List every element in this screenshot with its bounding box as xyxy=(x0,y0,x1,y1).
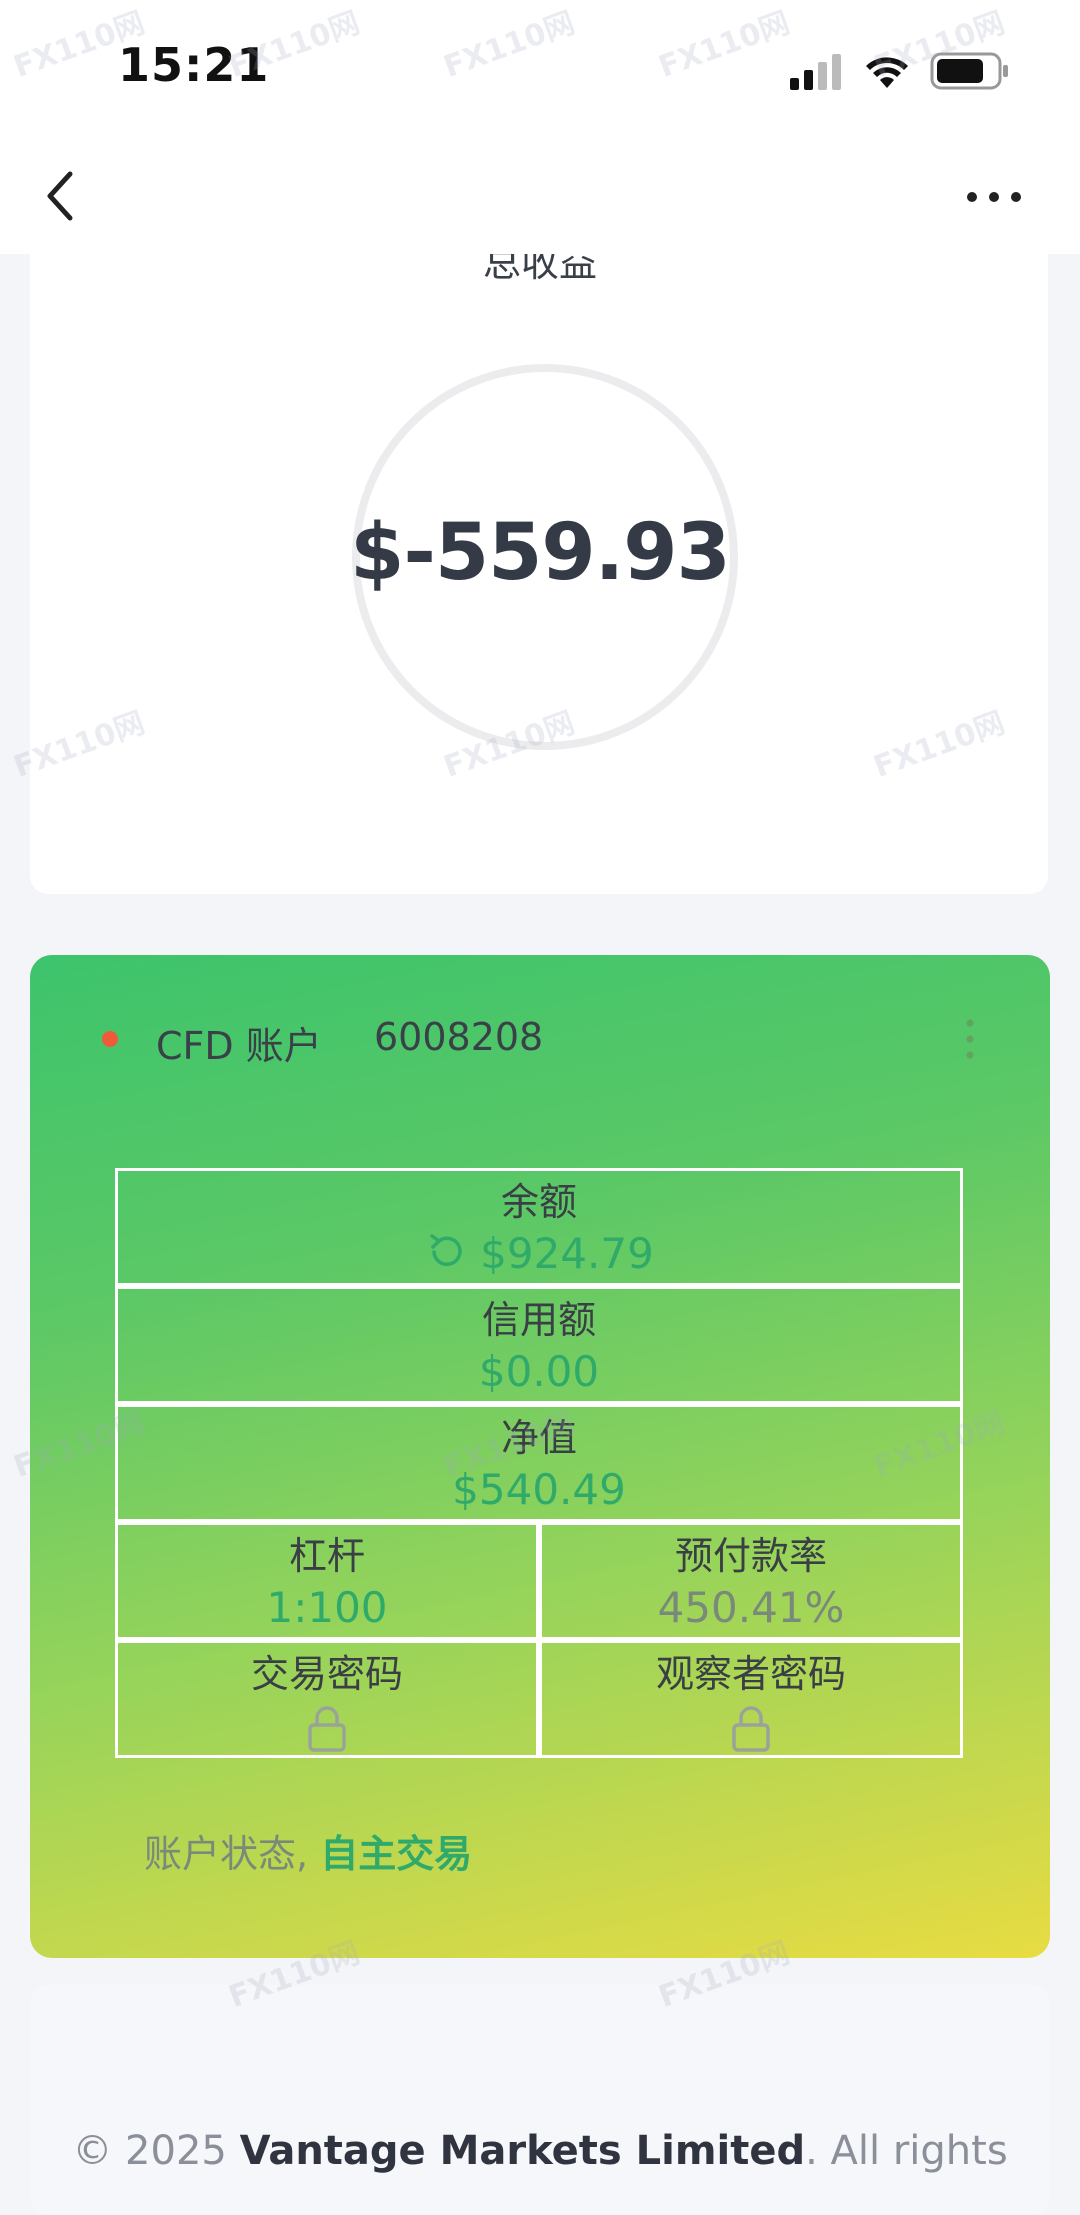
leverage-cell: 杠杆 1:100 xyxy=(115,1522,539,1640)
viewer-password-cell[interactable]: 观察者密码 xyxy=(539,1640,963,1758)
account-details-grid: 余额 $924.79 信用额 $0.00 净值 $540.49 杠杆 1:100… xyxy=(115,1168,963,1758)
wifi-icon xyxy=(866,57,908,88)
refresh-icon[interactable] xyxy=(424,1230,468,1274)
credit-cell: 信用额 $0.00 xyxy=(115,1286,963,1404)
lock-icon[interactable] xyxy=(729,1703,773,1753)
copyright-prefix: © 2025 xyxy=(72,2128,227,2174)
balance-row: $924.79 xyxy=(118,1227,960,1281)
status-time: 15:21 xyxy=(118,38,270,92)
margin-level-value: 450.41% xyxy=(657,1583,845,1632)
credit-value: $0.00 xyxy=(478,1347,600,1396)
balance-label: 余额 xyxy=(500,1180,577,1224)
balance-cell: 余额 $924.79 xyxy=(115,1168,963,1286)
copyright-suffix: . All rights xyxy=(805,2128,1008,2174)
balance-value: $924.79 xyxy=(480,1229,654,1278)
credit-label: 信用额 xyxy=(481,1298,596,1342)
account-status: 账户状态, 自主交易 xyxy=(144,1823,472,1878)
status-bar: 15:21 xyxy=(0,0,1080,140)
margin-level-label: 预付款率 xyxy=(674,1534,827,1578)
equity-label: 净值 xyxy=(500,1416,577,1460)
account-status-value: 自主交易 xyxy=(320,1832,473,1876)
copyright-company: Vantage Markets Limited xyxy=(239,2128,806,2174)
cfd-account-card[interactable]: CFD 账户 6008208 余额 $924.79 信用额 $0.00 净值 $… xyxy=(30,955,1050,1958)
account-number: 6008208 xyxy=(374,1015,544,1059)
trade-password-cell[interactable]: 交易密码 xyxy=(115,1640,539,1758)
viewer-password-label: 观察者密码 xyxy=(655,1652,846,1696)
account-type: CFD 账户 xyxy=(156,1024,322,1068)
trade-password-label: 交易密码 xyxy=(250,1652,403,1696)
leverage-label: 杠杆 xyxy=(288,1534,365,1578)
account-menu-icon[interactable] xyxy=(960,1017,980,1061)
cellular-signal-icon xyxy=(790,54,841,90)
total-profit-value: $-559.93 xyxy=(350,508,731,598)
more-options-icon[interactable] xyxy=(964,182,1024,212)
equity-value: $540.49 xyxy=(452,1465,626,1514)
account-status-label: 账户状态, xyxy=(144,1832,309,1876)
nav-bar xyxy=(0,140,1080,254)
equity-cell: 净值 $540.49 xyxy=(115,1404,963,1522)
footer-card xyxy=(30,1985,1050,2215)
back-arrow-icon[interactable] xyxy=(40,166,80,226)
copyright-footer: © 2025 Vantage Markets Limited. All righ… xyxy=(0,2128,1080,2174)
margin-level-cell: 预付款率 450.41% xyxy=(539,1522,963,1640)
account-status-dot xyxy=(102,1031,118,1047)
leverage-value: 1:100 xyxy=(266,1583,388,1632)
lock-icon[interactable] xyxy=(305,1703,349,1753)
battery-icon xyxy=(930,52,1008,90)
